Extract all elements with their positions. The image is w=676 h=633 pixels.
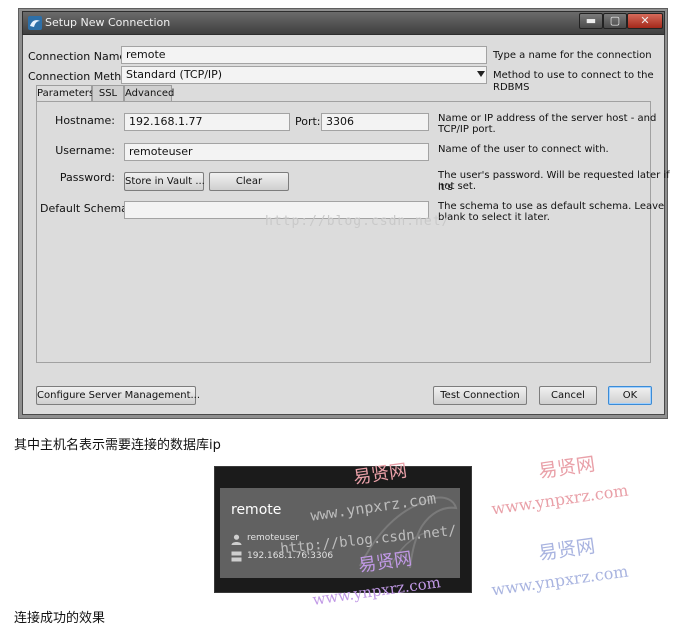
success-caption: 连接成功的效果 xyxy=(14,611,106,626)
connection-method-label: Connection Method: xyxy=(28,70,139,83)
site-cn-watermark-2: 易贤网 xyxy=(536,453,597,483)
connection-name-hint: Type a name for the connection xyxy=(493,50,652,61)
site-url-watermark-2: www.ynpxrz.com xyxy=(490,480,630,519)
username-hint: Name of the user to connect with. xyxy=(438,144,609,155)
store-in-vault-button[interactable]: Store in Vault ... xyxy=(124,172,205,191)
ok-button[interactable]: OK xyxy=(608,386,652,405)
hostname-hint-line2: TCP/IP port. xyxy=(438,124,496,135)
hostname-label: Hostname: xyxy=(55,114,115,127)
site-url-watermark-4: www.ynpxrz.com xyxy=(490,561,630,600)
test-connection-button[interactable]: Test Connection xyxy=(433,386,527,405)
site-cn-watermark-3: 易贤网 xyxy=(536,535,597,565)
username-input[interactable]: remoteuser xyxy=(124,143,429,161)
tile-connection-name: remote xyxy=(231,502,282,518)
hostname-input[interactable]: 192.168.1.77 xyxy=(124,113,290,131)
dropdown-arrow-icon[interactable] xyxy=(477,71,485,78)
mysql-workbench-icon xyxy=(28,16,42,30)
minimize-button[interactable]: ▬ xyxy=(579,13,603,29)
connection-name-input[interactable]: remote xyxy=(121,46,487,64)
parameters-panel xyxy=(36,101,651,363)
clear-password-button[interactable]: Clear xyxy=(209,172,289,191)
connection-method-value: Standard (TCP/IP) xyxy=(126,68,223,81)
tab-advanced[interactable]: Advanced xyxy=(124,85,174,101)
tab-ssl[interactable]: SSL xyxy=(92,85,124,101)
server-icon xyxy=(231,551,242,562)
close-button[interactable]: ✕ xyxy=(627,13,663,29)
window-title: Setup New Connection xyxy=(45,16,171,29)
cancel-button[interactable]: Cancel xyxy=(539,386,597,405)
connection-method-hint: Method to use to connect to the RDBMS xyxy=(493,70,654,93)
maximize-button[interactable]: ▢ xyxy=(603,13,627,29)
configure-server-management-button[interactable]: Configure Server Management... xyxy=(36,386,200,405)
password-hint-line2: not set. xyxy=(438,181,477,192)
port-label: Port: xyxy=(295,115,321,128)
hostname-caption: 其中主机名表示需要连接的数据库ip xyxy=(14,438,221,453)
blog-watermark: http://blog.csdn.net/ xyxy=(265,214,451,229)
connection-name-label: Connection Name: xyxy=(28,50,130,63)
connection-method-select[interactable]: Standard (TCP/IP) xyxy=(121,66,487,84)
username-label: Username: xyxy=(55,144,115,157)
port-input[interactable]: 3306 xyxy=(321,113,429,131)
user-icon xyxy=(231,534,242,545)
default-schema-label: Default Schema: xyxy=(40,202,132,215)
default-schema-hint-line2: blank to select it later. xyxy=(438,212,550,223)
password-label: Password: xyxy=(59,171,115,184)
tab-parameters[interactable]: Parameters xyxy=(36,85,94,102)
